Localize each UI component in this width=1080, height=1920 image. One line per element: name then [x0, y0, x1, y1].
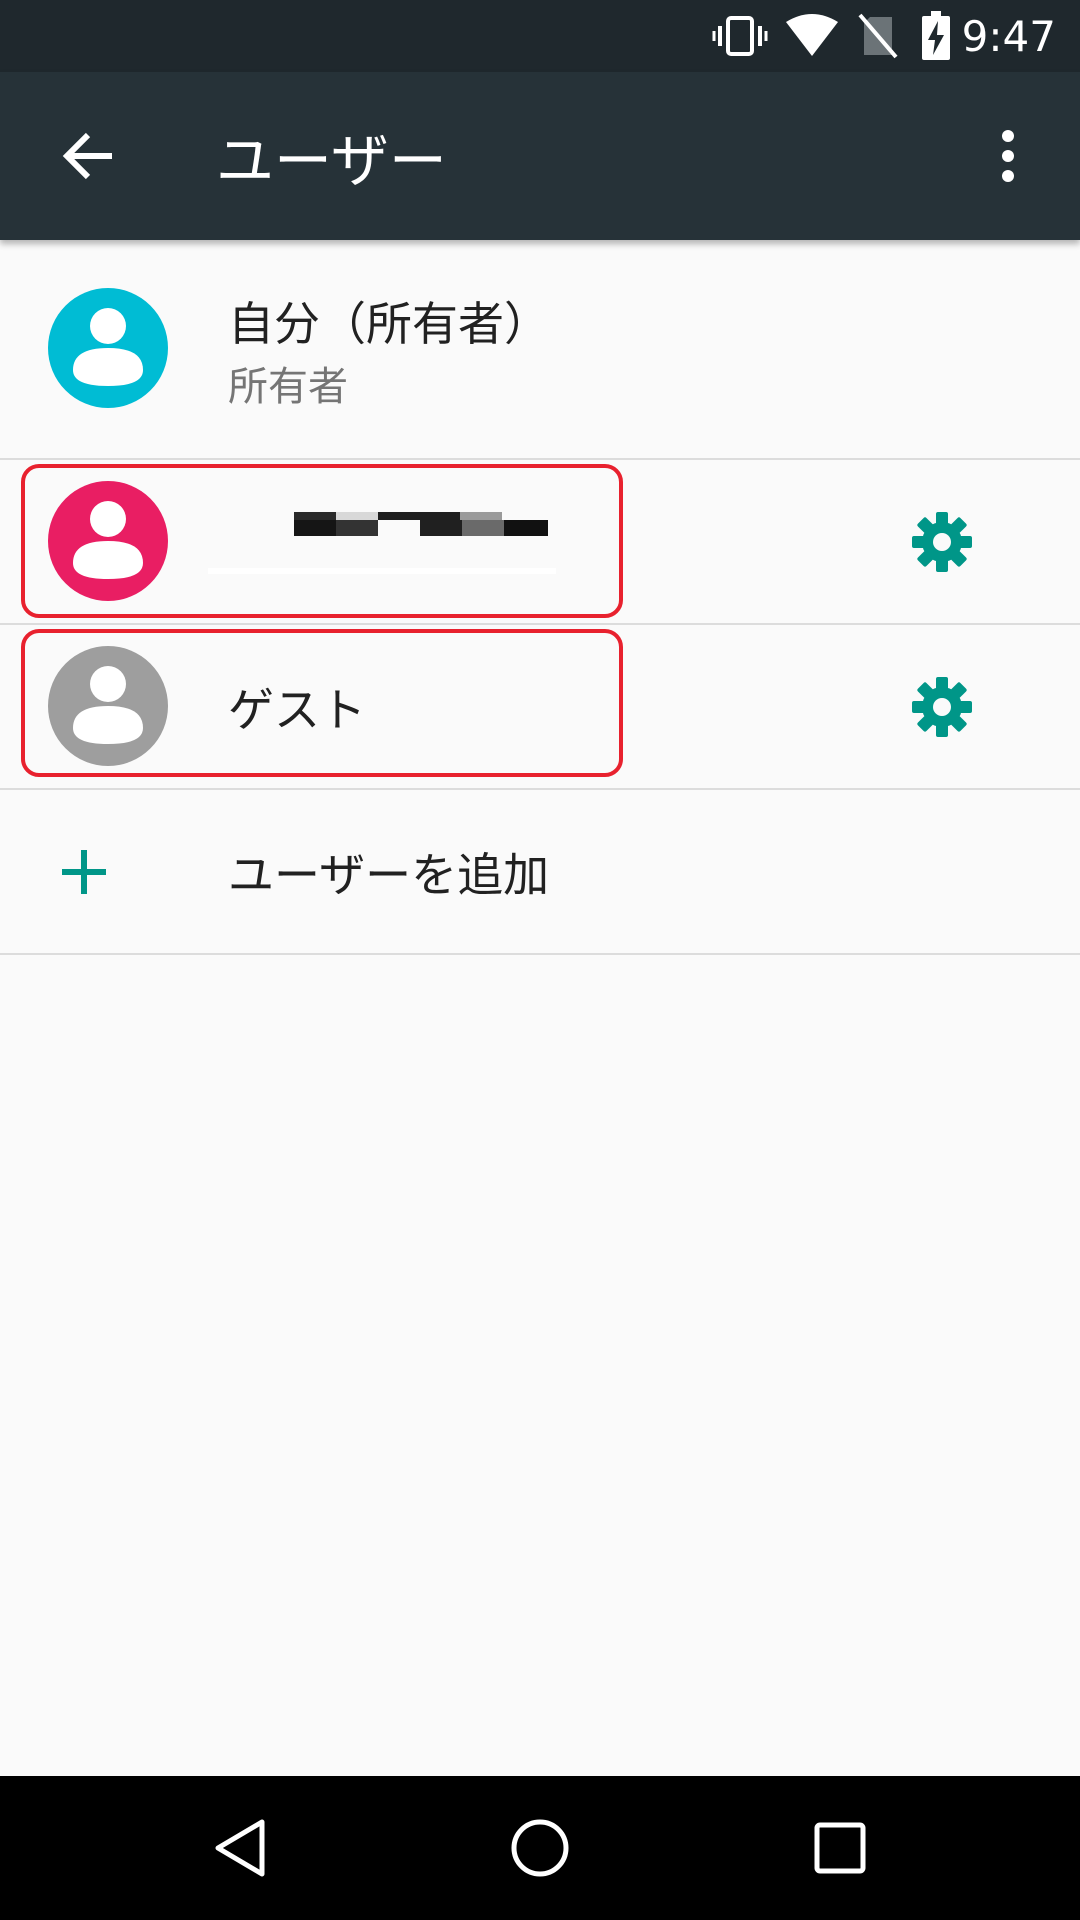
gear-icon[interactable] [900, 665, 984, 749]
app-bar: ユーザー [0, 72, 1080, 240]
battery-charging-icon [918, 0, 954, 72]
page-title: ユーザー [216, 127, 447, 195]
user-row-owner[interactable]: 自分（所有者） 所有者 [0, 240, 1080, 460]
recents-square-icon[interactable] [780, 1800, 900, 1896]
status-time: 9:47 [961, 11, 1056, 61]
user-list: 自分（所有者） 所有者 ゲスト ユーザーを追加 [0, 240, 1080, 955]
redacted-user-name [292, 512, 550, 576]
owner-name: 自分（所有者） [228, 297, 550, 351]
back-triangle-icon[interactable] [180, 1800, 300, 1896]
wifi-icon [782, 0, 842, 72]
avatar-owner [48, 288, 168, 408]
add-user-label: ユーザーを追加 [228, 847, 550, 902]
user-row-secondary[interactable] [0, 460, 1080, 625]
owner-role: 所有者 [228, 364, 348, 410]
no-sim-icon [854, 0, 902, 72]
name-underline [208, 568, 556, 574]
arrow-back-icon[interactable] [40, 108, 136, 204]
gear-icon[interactable] [900, 500, 984, 584]
status-bar: 9:47 [0, 0, 1080, 72]
user-row-guest[interactable]: ゲスト [0, 625, 1080, 790]
add-user-button[interactable]: ユーザーを追加 [0, 790, 1080, 955]
vibrate-icon [712, 0, 768, 72]
avatar-guest [48, 646, 168, 766]
home-circle-icon[interactable] [480, 1800, 600, 1896]
plus-icon [60, 840, 108, 904]
avatar-secondary-user [48, 481, 168, 601]
navigation-bar [0, 1776, 1080, 1920]
guest-name: ゲスト [228, 682, 366, 737]
more-vert-icon[interactable] [960, 108, 1056, 204]
